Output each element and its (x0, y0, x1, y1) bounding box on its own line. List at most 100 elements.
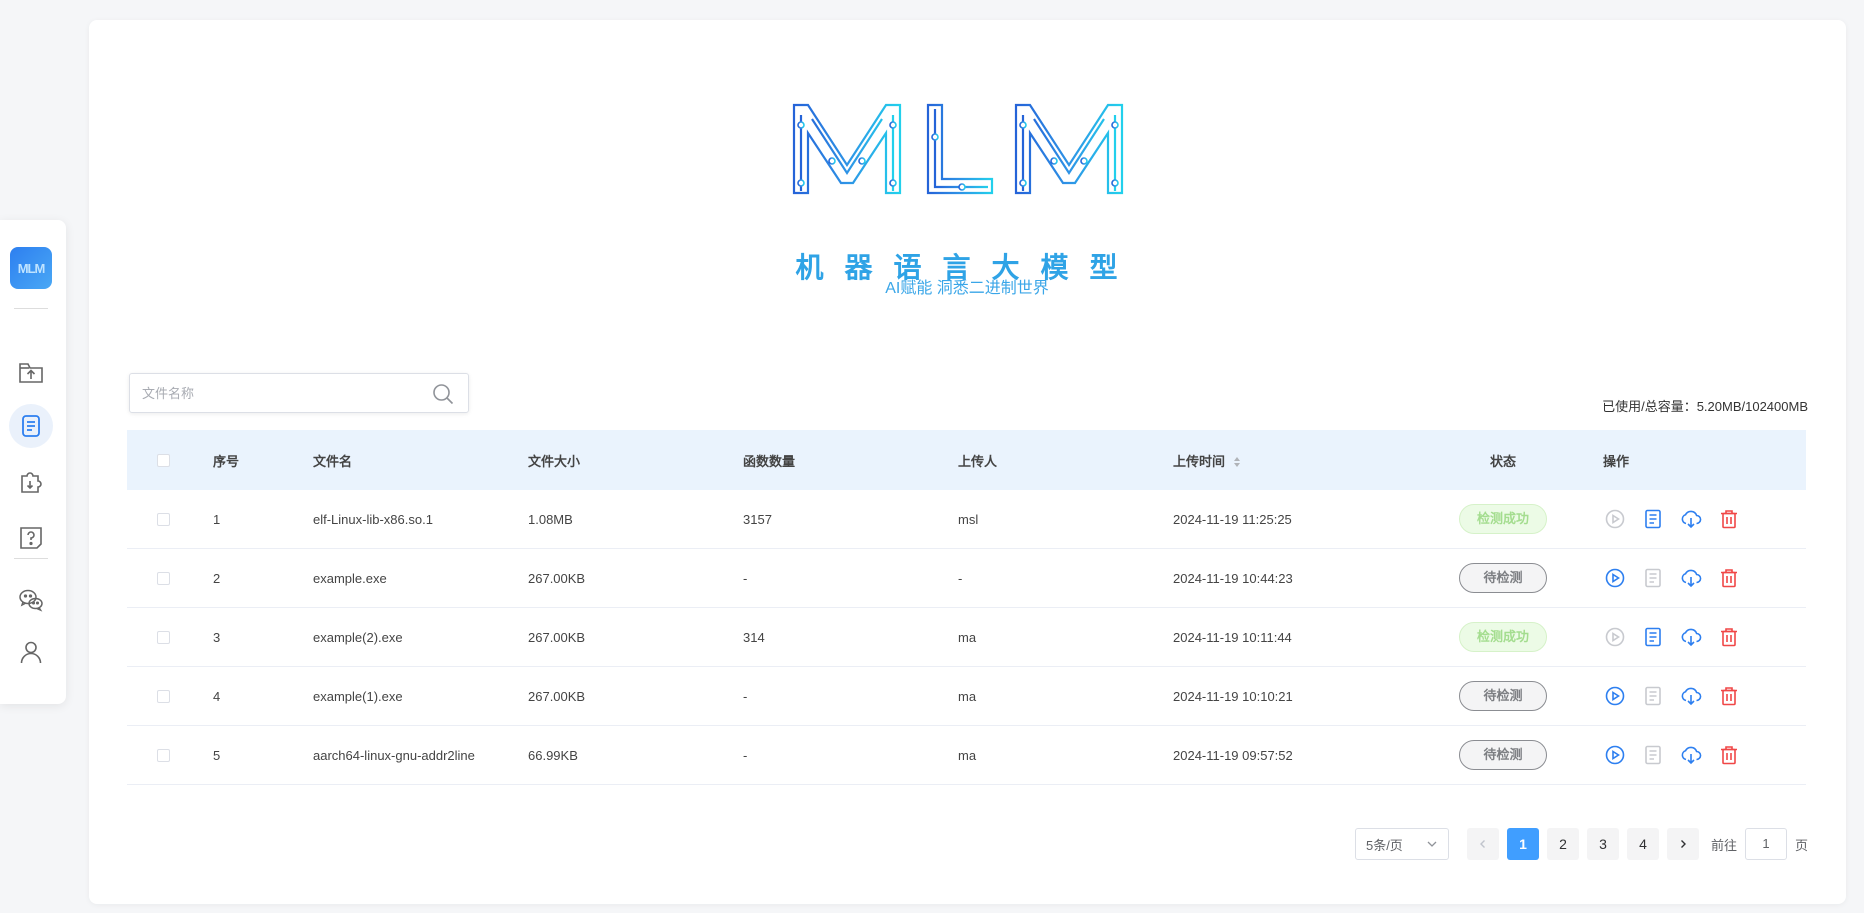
sidebar-divider (14, 558, 48, 559)
cell-upload-time: 2024-11-19 10:11:44 (1173, 629, 1292, 645)
page-button[interactable]: 1 (1506, 828, 1539, 860)
header-index: 序号 (213, 453, 240, 469)
upload-folder-icon (19, 363, 43, 383)
delete-icon[interactable] (1717, 743, 1741, 767)
download-icon[interactable] (1679, 684, 1703, 708)
row-actions (1603, 625, 1806, 649)
cell-uploader: msl (958, 511, 979, 527)
cell-index: 5 (213, 747, 221, 763)
chevron-left-icon (1479, 840, 1485, 848)
help-icon (20, 527, 42, 549)
sidebar: MLM (0, 220, 66, 704)
row-actions (1603, 743, 1806, 767)
download-icon[interactable] (1679, 566, 1703, 590)
table-row: 1 elf-Linux-lib-x86.so.1 1.08MB 3157 msl… (127, 490, 1806, 549)
download-icon[interactable] (1679, 507, 1703, 531)
run-icon-disabled (1603, 507, 1627, 531)
search-icon[interactable] (432, 383, 454, 405)
page-size-value: 5条/页 (1365, 837, 1403, 853)
cell-upload-time: 2024-11-19 11:25:25 (1173, 511, 1292, 527)
cell-uploader: ma (958, 747, 977, 763)
header-upload-time-cell[interactable]: 上传时间 (1173, 451, 1403, 470)
delete-icon[interactable] (1717, 566, 1741, 590)
search-input[interactable] (131, 375, 411, 411)
download-icon[interactable] (1679, 625, 1703, 649)
cell-function-count: - (743, 688, 748, 704)
cell-filename: aarch64-linux-gnu-addr2line (313, 747, 475, 763)
cell-function-count: 3157 (743, 511, 772, 527)
run-icon[interactable] (1603, 743, 1627, 767)
delete-icon[interactable] (1717, 507, 1741, 531)
sort-icon[interactable] (1233, 456, 1241, 468)
search-box (129, 373, 469, 413)
cell-filesize: 267.00KB (528, 688, 586, 704)
wechat-icon (19, 589, 43, 612)
chevron-down-icon (1427, 841, 1437, 847)
status-badge: 待检测 (1459, 681, 1547, 711)
row-checkbox[interactable] (157, 689, 170, 703)
cell-filesize: 267.00KB (528, 570, 586, 586)
sidebar-item-upload[interactable] (9, 350, 53, 394)
delete-icon[interactable] (1717, 684, 1741, 708)
page-list: 1234 (1506, 828, 1659, 860)
select-all-checkbox[interactable] (157, 453, 170, 467)
file-table: 序号 文件名 文件大小 函数数量 上传人 上传时间 状态 操作 1 elf-Li… (127, 430, 1806, 785)
plugin-download-icon (21, 472, 42, 493)
prev-page-button[interactable] (1466, 828, 1499, 860)
sidebar-logo[interactable]: MLM (10, 247, 52, 289)
sidebar-divider (14, 308, 48, 309)
cell-filesize: 66.99KB (528, 747, 578, 763)
status-badge: 检测成功 (1459, 622, 1547, 652)
page-button[interactable]: 4 (1626, 828, 1659, 860)
cell-upload-time: 2024-11-19 10:44:23 (1173, 570, 1293, 586)
run-icon[interactable] (1603, 684, 1627, 708)
header-uploader: 上传人 (958, 453, 998, 469)
report-icon[interactable] (1641, 625, 1665, 649)
page-unit-label: 页 (1794, 837, 1808, 853)
cell-upload-time: 2024-11-19 09:57:52 (1173, 747, 1293, 763)
header-upload-time: 上传时间 (1173, 453, 1226, 469)
main-card: 机器语言大模型 AI赋能 洞悉二进制世界 已使用/总容量：5.20MB/1024… (89, 20, 1846, 904)
report-icon[interactable] (1641, 507, 1665, 531)
cell-filesize: 1.08MB (528, 511, 573, 527)
sidebar-item-files[interactable] (9, 404, 53, 448)
cell-index: 1 (213, 511, 221, 527)
run-icon[interactable] (1603, 566, 1627, 590)
cell-filename: example(2).exe (313, 629, 403, 645)
row-checkbox[interactable] (157, 630, 170, 644)
sidebar-item-help[interactable] (9, 516, 53, 560)
page-button[interactable]: 3 (1586, 828, 1619, 860)
sidebar-item-plugins[interactable] (9, 460, 53, 504)
hero-tagline: AI赋能 洞悉二进制世界 (885, 280, 1049, 297)
storage-capacity: 已使用/总容量：5.20MB/102400MB (1602, 399, 1808, 414)
download-icon[interactable] (1679, 743, 1703, 767)
next-page-button[interactable] (1666, 828, 1699, 860)
row-checkbox[interactable] (157, 512, 170, 526)
cell-function-count: - (743, 570, 748, 586)
table-row: 3 example(2).exe 267.00KB 314 ma 2024-11… (127, 608, 1806, 667)
row-checkbox[interactable] (157, 571, 170, 585)
page-button[interactable]: 2 (1546, 828, 1579, 860)
status-badge: 待检测 (1459, 563, 1547, 593)
goto-page-input[interactable]: 1 (1744, 828, 1787, 860)
cell-filename: example(1).exe (313, 688, 403, 704)
header-function-count: 函数数量 (743, 453, 796, 469)
header-filename: 文件名 (313, 453, 353, 469)
row-actions (1603, 684, 1806, 708)
mlm-logo (792, 103, 1124, 195)
sidebar-item-user[interactable] (9, 630, 53, 674)
cell-filename: example.exe (313, 570, 387, 586)
cell-index: 4 (213, 688, 221, 704)
delete-icon[interactable] (1717, 625, 1741, 649)
row-checkbox[interactable] (157, 748, 170, 762)
cell-upload-time: 2024-11-19 10:10:21 (1173, 688, 1293, 704)
status-badge: 待检测 (1459, 740, 1547, 770)
cell-filename: elf-Linux-lib-x86.so.1 (313, 511, 433, 527)
sidebar-item-wechat[interactable] (9, 578, 53, 622)
cell-function-count: - (743, 747, 748, 763)
page-size-select[interactable]: 5条/页 (1354, 828, 1449, 860)
table-row: 4 example(1).exe 267.00KB - ma 2024-11-1… (127, 667, 1806, 726)
table-header: 序号 文件名 文件大小 函数数量 上传人 上传时间 状态 操作 (127, 430, 1806, 490)
row-actions (1603, 566, 1806, 590)
cell-uploader: ma (958, 688, 977, 704)
